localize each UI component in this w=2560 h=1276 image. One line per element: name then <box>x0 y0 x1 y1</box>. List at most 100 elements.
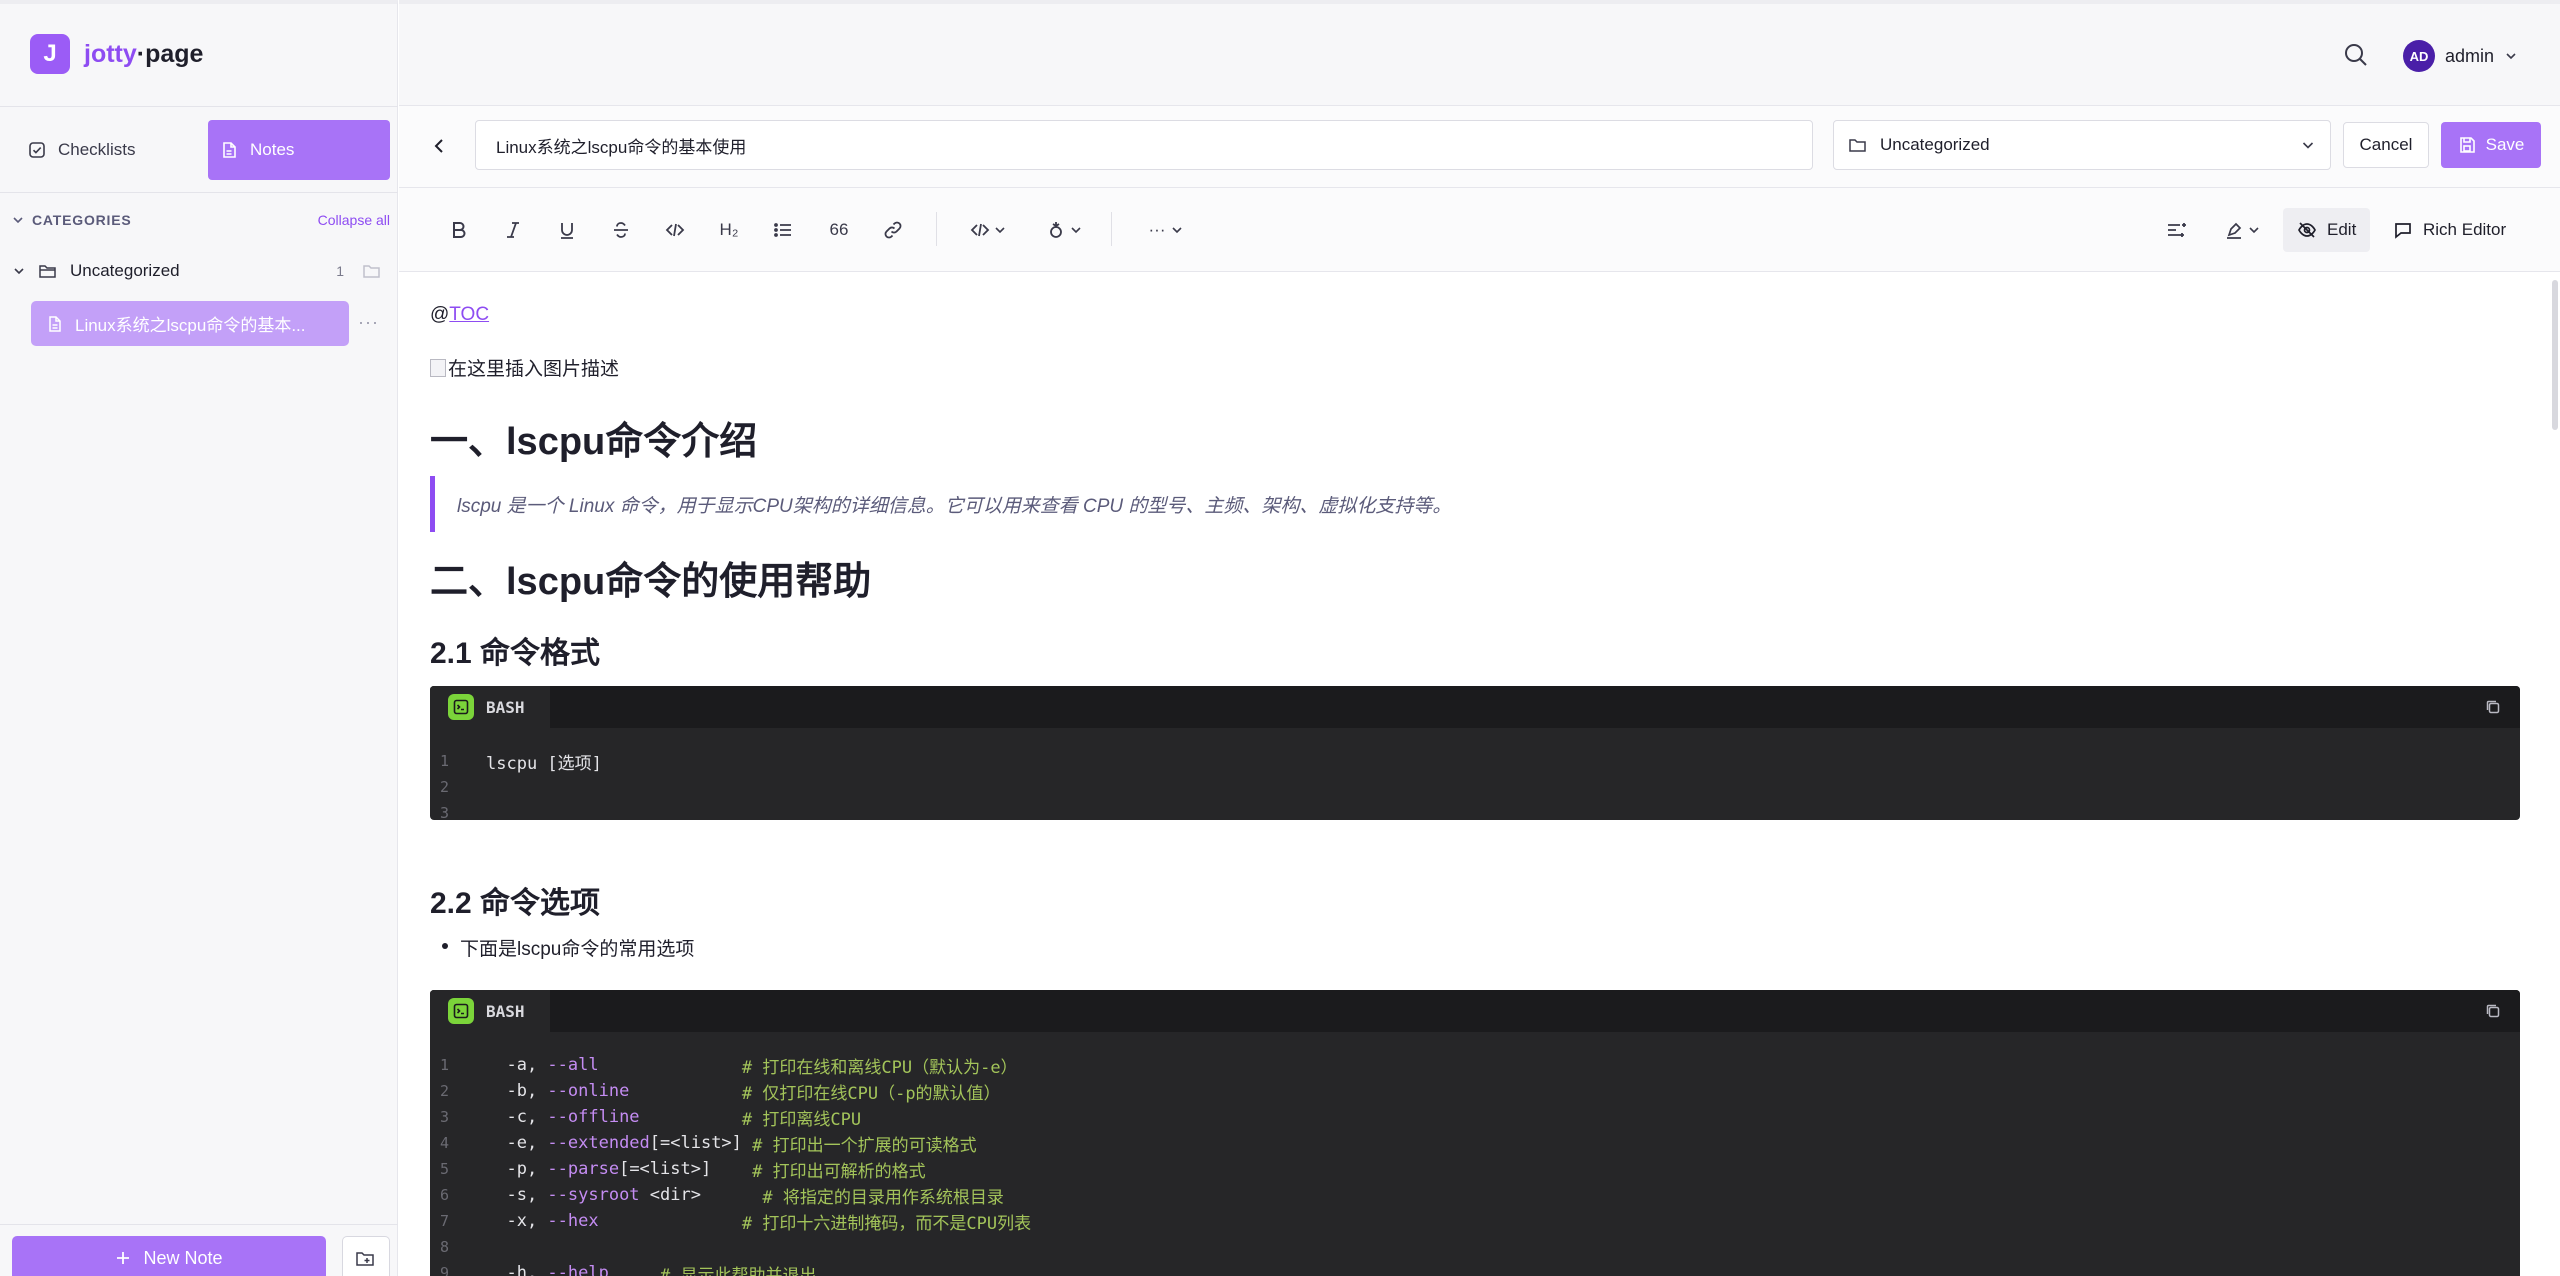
search-icon <box>2345 44 2367 66</box>
copy-icon[interactable] <box>2484 1002 2502 1020</box>
code-keyword: --parse <box>547 1159 620 1179</box>
toolbar-divider <box>1111 212 1112 246</box>
main-area: AD admin Uncategorized Cancel Save <box>399 0 2560 1276</box>
code-icon <box>970 223 990 237</box>
italic-button[interactable] <box>497 214 529 246</box>
line-number: 6 <box>440 1186 450 1204</box>
bullet-list-button[interactable] <box>767 214 799 246</box>
code-comment: # 打印离线CPU <box>741 1109 862 1130</box>
note-title-input[interactable] <box>475 120 1813 170</box>
logo-text-left: jotty <box>84 39 137 68</box>
code-keyword: --extended <box>547 1133 650 1153</box>
back-button[interactable] <box>427 134 451 163</box>
code-comment: # 打印十六进制掩码，而不是CPU列表 <box>741 1213 1032 1234</box>
code-text: [=<list>] <box>619 1159 753 1179</box>
category-uncategorized[interactable]: Uncategorized 1 <box>12 256 390 286</box>
chevron-down-icon <box>2302 142 2314 149</box>
cancel-button[interactable]: Cancel <box>2343 122 2429 168</box>
categories-toggle[interactable]: CATEGORIES <box>12 212 132 228</box>
sidebar-divider <box>0 106 398 107</box>
folder-add-icon[interactable] <box>362 262 382 280</box>
highlight-dropdown[interactable] <box>2219 214 2265 246</box>
rich-editor-button[interactable]: Rich Editor <box>2379 208 2520 252</box>
strikethrough-button[interactable] <box>605 214 637 246</box>
underline-button[interactable] <box>551 214 583 246</box>
code-keyword: --offline <box>547 1107 640 1127</box>
terminal-icon <box>448 694 474 720</box>
line-number: 9 <box>440 1264 450 1276</box>
checklist-icon <box>29 142 45 158</box>
quote-button[interactable]: 66 <box>821 214 857 246</box>
code-keyword: --sysroot <box>547 1185 640 1205</box>
sidebar-divider <box>0 1224 398 1225</box>
toc-link[interactable]: TOC <box>449 304 489 325</box>
line-number: 2 <box>440 778 450 796</box>
new-category-button[interactable] <box>342 1236 390 1276</box>
category-select-value: Uncategorized <box>1880 135 1990 154</box>
code-block-body[interactable]: 1 -a, --all # 打印在线和离线CPU（默认为-e） 2 -b, --o… <box>430 1032 2520 1276</box>
code-line: 1 -a, --all # 打印在线和离线CPU（默认为-e） <box>430 1052 2520 1078</box>
code-text: -h, <box>486 1263 548 1276</box>
code-line: 3 -c, --offline # 打印离线CPU <box>430 1104 2520 1130</box>
sliders-icon <box>2168 223 2186 237</box>
chevron-down-icon <box>1071 227 1081 234</box>
note-list-item[interactable]: Linux系统之lscpu命令的基本... <box>31 301 349 346</box>
code-keyword: --all <box>547 1055 599 1075</box>
tab-notes[interactable]: Notes <box>208 120 390 180</box>
mode-tabs: Checklists Notes <box>16 120 390 180</box>
line-number: 3 <box>440 804 450 820</box>
categories-header: CATEGORIES Collapse all <box>12 212 390 228</box>
code-block-body[interactable]: 1 lscpu [选项] 2 3 <box>430 728 2520 820</box>
code-text: [=<list>] <box>649 1133 753 1153</box>
collapse-all-link[interactable]: Collapse all <box>318 212 390 228</box>
sidebar: J jotty·page Checklists Notes CATEGORIES… <box>0 0 398 1276</box>
note-more-button[interactable]: ··· <box>358 312 379 333</box>
line-number: 8 <box>440 1238 450 1256</box>
copy-icon[interactable] <box>2484 698 2502 716</box>
more-options-dropdown[interactable]: ··· <box>1141 214 1191 246</box>
note-icon <box>223 142 236 158</box>
category-select[interactable]: Uncategorized <box>1833 120 2331 170</box>
avatar: AD <box>2403 40 2435 72</box>
category-count: 1 <box>336 263 344 279</box>
format-settings-button[interactable] <box>2161 214 2193 246</box>
search-button[interactable] <box>2343 42 2369 73</box>
note-content[interactable]: @TOC 在这里插入图片描述 一、lscpu命令介绍 lscpu 是一个 Lin… <box>399 272 2560 1276</box>
code-comment: # 打印在线和离线CPU（默认为-e） <box>741 1057 1018 1078</box>
code-line: 1 lscpu [选项] <box>430 748 2520 774</box>
tab-checklists[interactable]: Checklists <box>16 120 198 180</box>
toolbar-divider <box>936 212 937 246</box>
edit-mode-button[interactable]: Edit <box>2283 208 2371 252</box>
bold-button[interactable] <box>443 214 475 246</box>
heading-button[interactable]: H₂ <box>713 214 745 246</box>
link-button[interactable] <box>877 214 909 246</box>
code-line: 3 <box>430 800 2520 820</box>
code-line: 2 <box>430 774 2520 800</box>
new-note-button[interactable]: New Note <box>12 1236 326 1276</box>
code-comment: # 打印出一个扩展的可读格式 <box>752 1135 977 1156</box>
chevron-down-icon <box>14 268 24 275</box>
code-comment: # 仅打印在线CPU（-p的默认值） <box>741 1083 1001 1104</box>
save-button[interactable]: Save <box>2441 122 2541 168</box>
code-block-format: BASH 1 lscpu [选项] 2 3 <box>430 686 2520 820</box>
heading-help: 二、lscpu命令的使用帮助 <box>430 561 872 603</box>
scrollbar[interactable] <box>2552 280 2558 430</box>
heading-options: 2.2 命令选项 <box>430 887 601 920</box>
code-icon <box>665 223 685 237</box>
plus-icon <box>117 1252 130 1264</box>
user-name: admin <box>2445 45 2495 66</box>
code-comment: # 显示此帮助并退出 <box>660 1265 817 1276</box>
code-block-dropdown[interactable] <box>965 214 1011 246</box>
italic-icon <box>507 222 519 238</box>
code-text: -a, <box>486 1055 548 1075</box>
chevron-down-icon <box>2249 227 2259 234</box>
inline-code-button[interactable] <box>659 214 691 246</box>
sidebar-divider <box>0 192 398 193</box>
save-icon <box>2459 137 2475 153</box>
app-logo[interactable]: J jotty·page <box>30 34 203 74</box>
user-menu[interactable]: AD admin <box>2403 40 2518 72</box>
insert-dropdown[interactable] <box>1041 214 1087 246</box>
link-icon <box>884 221 902 239</box>
logo-text: jotty·page <box>84 40 203 69</box>
